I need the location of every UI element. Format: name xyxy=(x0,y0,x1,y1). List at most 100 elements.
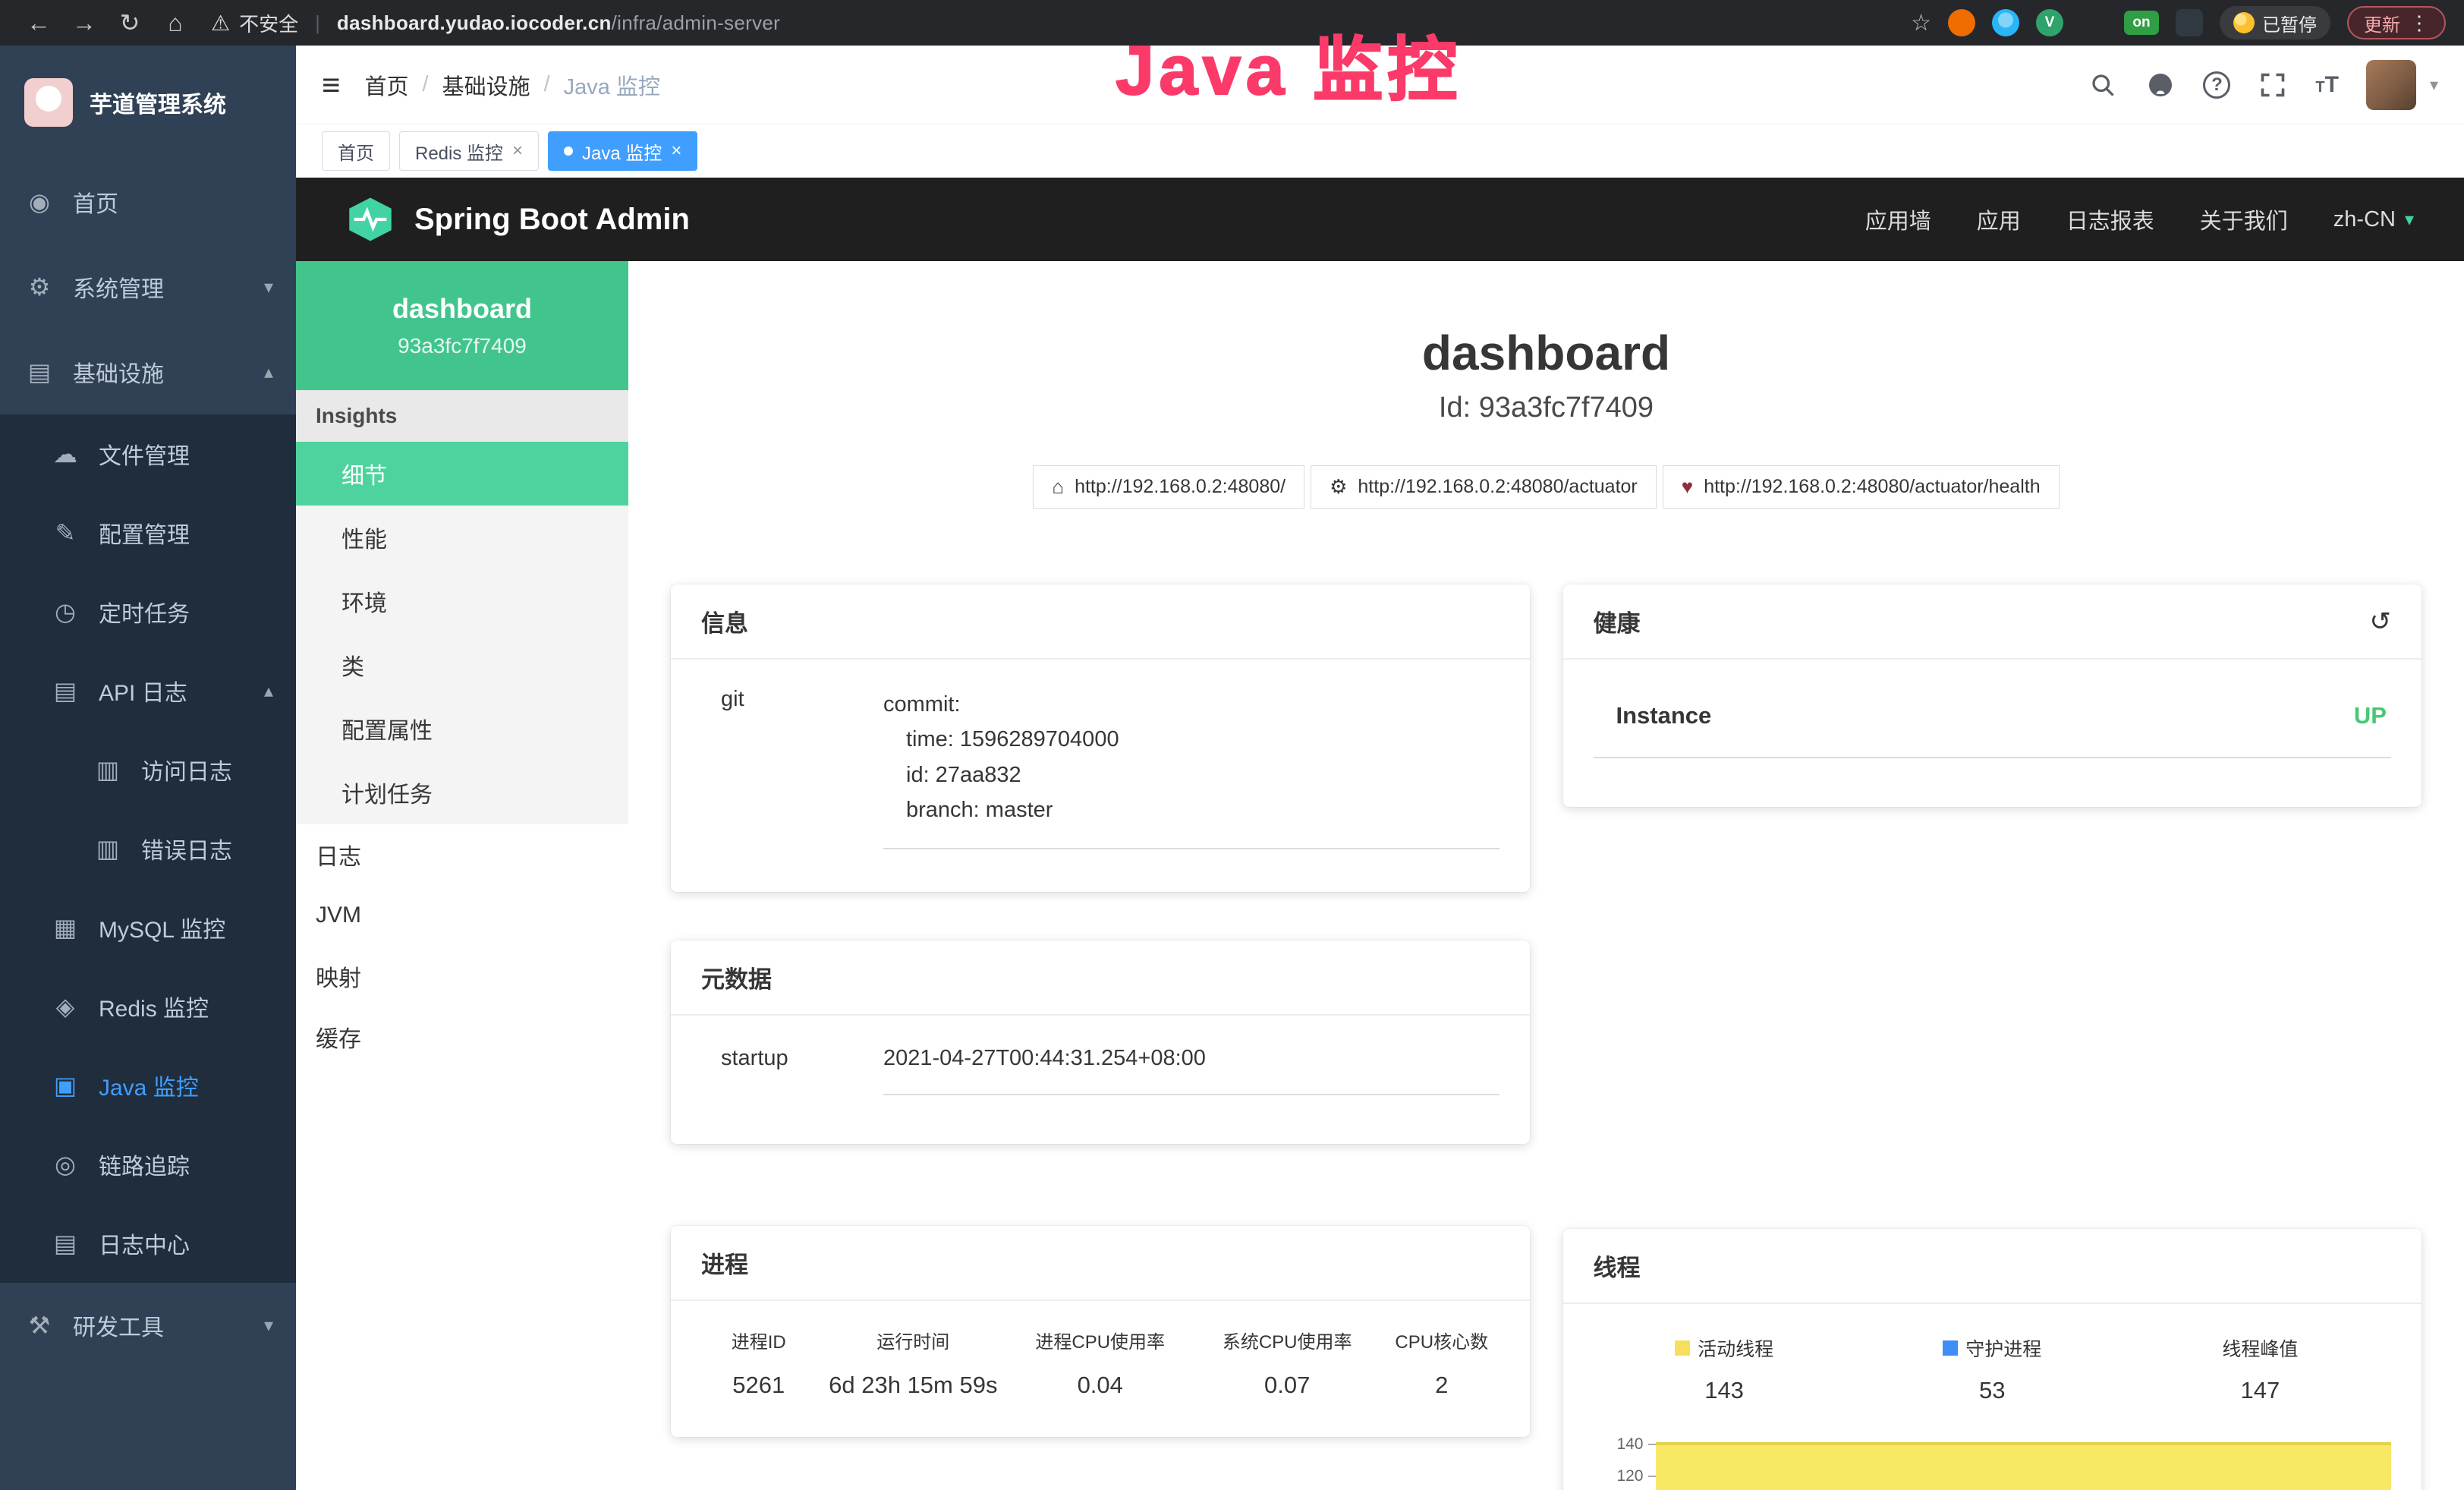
sidebar-item-infrastructure[interactable]: ▤ 基础设施 ▴ xyxy=(0,329,296,414)
avatar[interactable] xyxy=(2366,60,2416,110)
instance-nav-classes[interactable]: 类 xyxy=(296,633,628,697)
instance-nav-scheduled-tasks[interactable]: 计划任务 xyxy=(296,761,628,824)
url-separator: | xyxy=(315,11,320,35)
sidebar-item-label: 定时任务 xyxy=(99,595,190,628)
browser-home-icon[interactable]: ⌂ xyxy=(155,9,196,37)
breadcrumb-home[interactable]: 首页 xyxy=(365,69,409,101)
tab-redis-monitor[interactable]: Redis 监控 × xyxy=(399,131,539,171)
process-value: 6d 23h 15m 59s xyxy=(823,1372,1002,1399)
on-badge-extension-icon[interactable]: on xyxy=(2124,11,2159,35)
sidebar-item-access-logs[interactable]: ▥ 访问日志 xyxy=(0,730,296,809)
page-title: dashboard xyxy=(671,325,2422,381)
bookmark-star-icon[interactable]: ☆ xyxy=(1911,10,1931,36)
browser-menu-icon[interactable]: ⋮ xyxy=(2409,11,2429,35)
sidebar-item-mysql-monitor[interactable]: ▦ MySQL 监控 xyxy=(0,888,296,967)
sidebar-item-java-monitor[interactable]: ▣ Java 监控 xyxy=(0,1046,296,1125)
instance-nav-performance[interactable]: 性能 xyxy=(296,506,628,569)
tag-bar: 首页 Redis 监控 × Java 监控 × xyxy=(296,124,2464,178)
threads-chart-area xyxy=(1656,1442,2392,1490)
instance-nav-details[interactable]: 细节 xyxy=(296,442,628,506)
forward-icon[interactable]: → xyxy=(64,9,105,37)
help-icon[interactable]: ? xyxy=(2203,71,2230,99)
service-url-link[interactable]: ⌂ http://192.168.0.2:48080/ xyxy=(1033,465,1304,509)
instance-nav-environment[interactable]: 环境 xyxy=(296,569,628,633)
sidebar-item-api-logs[interactable]: ▤ API 日志 ▴ xyxy=(0,651,296,730)
tab-java-monitor[interactable]: Java 监控 × xyxy=(548,131,697,171)
metadata-key: startup xyxy=(701,1046,883,1095)
sba-link-journal[interactable]: 日志报表 xyxy=(2066,203,2154,235)
sidebar-item-system[interactable]: ⚙ 系统管理 ▾ xyxy=(0,244,296,329)
info-card-title: 信息 xyxy=(671,584,1530,660)
sidebar-item-tracing[interactable]: ◎ 链路追踪 xyxy=(0,1125,296,1204)
sidebar-item-label: Java 监控 xyxy=(99,1069,199,1102)
instance-id: 93a3fc7f7409 xyxy=(398,334,527,358)
app-title: 芋道管理系统 xyxy=(90,86,226,119)
sidebar-item-label: 首页 xyxy=(73,185,118,219)
sidebar-item-redis-monitor[interactable]: ◈ Redis 监控 xyxy=(0,967,296,1046)
health-url-link[interactable]: ♥ http://192.168.0.2:48080/actuator/heal… xyxy=(1663,465,2060,509)
fullscreen-icon[interactable] xyxy=(2258,70,2288,100)
instance-nav-caches[interactable]: 缓存 xyxy=(296,1006,628,1067)
threads-legend: 活动线程 守护进程 线程峰值 xyxy=(1591,1334,2395,1404)
link-label: http://192.168.0.2:48080/actuator/health xyxy=(1704,476,2040,498)
active-dot xyxy=(564,146,573,156)
info-card: 信息 git commit: time: 1596289704000 xyxy=(671,584,1530,892)
instance-nav-config-props[interactable]: 配置属性 xyxy=(296,697,628,761)
url-text: dashboard.yudao.iocoder.cn/infra/admin-s… xyxy=(337,11,780,35)
locale-selector[interactable]: zh-CN ▾ xyxy=(2333,207,2414,232)
java-monitor-icon: ▣ xyxy=(49,1071,82,1100)
github-icon[interactable] xyxy=(2145,70,2176,100)
sba-link-applications[interactable]: 应用 xyxy=(1977,203,2021,235)
address-bar[interactable]: ⚠ 不安全 | dashboard.yudao.iocoder.cn/infra… xyxy=(211,9,780,37)
close-icon[interactable]: × xyxy=(671,140,681,162)
sidebar-item-dev-tools[interactable]: ⚒ 研发工具 ▾ xyxy=(0,1283,296,1368)
sba-brand[interactable]: Spring Boot Admin xyxy=(346,197,690,241)
process-card: 进程 进程ID 运行时间 进程CPU使用率 系统CPU使用率 xyxy=(671,1226,1530,1437)
app-logo-row: 芋道管理系统 xyxy=(0,46,296,159)
sidebar-item-file-management[interactable]: ☁ 文件管理 xyxy=(0,414,296,493)
sidebar-item-config-management[interactable]: ✎ 配置管理 xyxy=(0,493,296,572)
sidebar-item-label: Redis 监控 xyxy=(99,990,209,1023)
grid-extension-icon[interactable] xyxy=(2080,9,2107,36)
threads-card-title: 线程 xyxy=(1563,1229,2422,1304)
history-icon[interactable]: ↺ xyxy=(2370,606,2392,637)
green-extension-icon[interactable]: V xyxy=(2036,9,2063,36)
update-button[interactable]: 更新 ⋮ xyxy=(2347,6,2446,39)
process-card-title: 进程 xyxy=(671,1226,1530,1301)
sidebar-item-log-center[interactable]: ▤ 日志中心 xyxy=(0,1204,296,1283)
tab-home[interactable]: 首页 xyxy=(322,131,390,171)
back-icon[interactable]: ← xyxy=(18,9,59,37)
close-icon[interactable]: × xyxy=(512,140,523,162)
font-size-icon[interactable]: TT xyxy=(2315,72,2339,98)
sidebar-item-label: 研发工具 xyxy=(73,1309,164,1342)
instance-nav-logs[interactable]: 日志 xyxy=(296,824,628,885)
breadcrumb: 首页 / 基础设施 / Java 监控 xyxy=(365,69,660,101)
hamburger-icon[interactable]: ≡ xyxy=(322,67,341,103)
sidebar-item-error-logs[interactable]: ▥ 错误日志 xyxy=(0,809,296,888)
sidebar-item-home[interactable]: ◉ 首页 xyxy=(0,159,296,244)
sba-nav-links: 应用墙 应用 日志报表 关于我们 zh-CN ▾ xyxy=(1865,203,2414,235)
sidebar-item-label: 访问日志 xyxy=(141,753,232,786)
avatar-caret-icon[interactable]: ▾ xyxy=(2430,75,2438,95)
actuator-url-link[interactable]: ⚙ http://192.168.0.2:48080/actuator xyxy=(1311,465,1657,509)
search-icon[interactable] xyxy=(2088,70,2118,100)
sba-brand-label: Spring Boot Admin xyxy=(414,203,690,237)
gear-icon: ⚙ xyxy=(23,272,56,301)
heart-icon: ♥ xyxy=(1682,475,1693,499)
sba-link-wallboard[interactable]: 应用墙 xyxy=(1865,203,1931,235)
instance-nav-jvm[interactable]: JVM xyxy=(296,885,628,946)
breadcrumb-separator: / xyxy=(544,72,550,97)
sidebar-item-scheduled-jobs[interactable]: ◷ 定时任务 xyxy=(0,572,296,651)
info-key: git xyxy=(701,687,883,849)
dark-extension-icon[interactable] xyxy=(2176,9,2203,36)
tab-label: Java 监控 xyxy=(582,138,662,165)
cat-extension-icon[interactable] xyxy=(1948,9,1975,36)
instance-nav-mappings[interactable]: 映射 xyxy=(296,946,628,1006)
sba-link-about[interactable]: 关于我们 xyxy=(2200,203,2288,235)
link-label: http://192.168.0.2:48080/actuator xyxy=(1358,476,1637,498)
reload-icon[interactable]: ↻ xyxy=(109,8,150,37)
breadcrumb-infrastructure[interactable]: 基础设施 xyxy=(442,69,530,101)
sba-navbar: Spring Boot Admin 应用墙 应用 日志报表 关于我们 zh-CN… xyxy=(296,178,2464,261)
paused-badge[interactable]: 已暂停 xyxy=(2220,6,2330,39)
drop-extension-icon[interactable] xyxy=(1992,9,2019,36)
